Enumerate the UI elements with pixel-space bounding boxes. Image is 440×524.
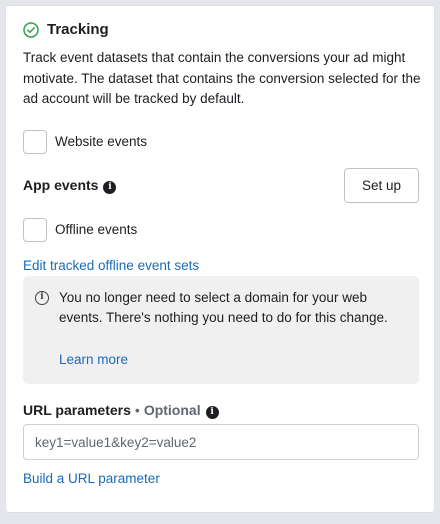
offline-events-label: Offline events	[55, 222, 138, 237]
app-events-heading: App events i	[23, 177, 117, 194]
setup-button[interactable]: Set up	[344, 168, 419, 203]
url-parameters-label: URL parameters	[23, 402, 131, 418]
tracking-panel: Tracking Track event datasets that conta…	[5, 5, 435, 513]
notice-text: You no longer need to select a domain fo…	[59, 290, 388, 325]
separator-dot: •	[134, 402, 140, 418]
tracking-title: Tracking	[47, 21, 109, 38]
domain-notice: i You no longer need to select a domain …	[23, 276, 419, 384]
offline-events-checkbox[interactable]	[23, 218, 47, 242]
edit-offline-event-sets-link[interactable]: Edit tracked offline event sets	[23, 258, 199, 273]
check-circle-icon	[23, 21, 39, 38]
info-icon[interactable]: i	[103, 181, 117, 194]
tracking-header: Tracking	[23, 21, 109, 38]
website-events-checkbox[interactable]	[23, 130, 47, 154]
app-events-label: App events	[23, 177, 99, 193]
learn-more-link[interactable]: Learn more	[59, 352, 128, 367]
build-url-parameter-link[interactable]: Build a URL parameter	[23, 471, 160, 486]
url-parameters-heading: URL parameters • Optional i	[23, 402, 219, 419]
tracking-description: Track event datasets that contain the co…	[23, 50, 421, 106]
info-icon[interactable]: i	[205, 406, 219, 419]
url-parameters-input[interactable]	[23, 424, 419, 460]
website-events-label: Website events	[55, 134, 148, 149]
info-outline-icon: i	[35, 291, 49, 305]
optional-label: Optional	[143, 402, 201, 418]
